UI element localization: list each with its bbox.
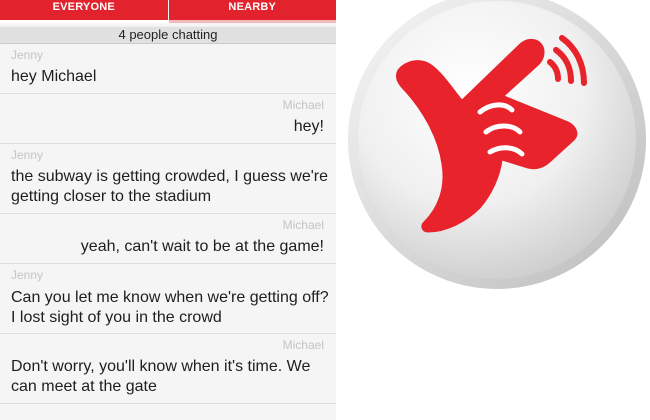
chat-message[interactable]: Jenny the subway is getting crowded, I g… [0,144,336,214]
people-chatting-status: 4 people chatting [0,27,336,43]
tab-everyone[interactable]: EVERYONE [0,0,169,23]
message-author: Michael [282,338,324,352]
chat-message[interactable]: Michael hey! [0,94,336,144]
tab-bar: EVERYONE NEARBY [0,0,336,23]
message-text: Can you let me know when we're getting o… [11,289,329,326]
chat-message[interactable]: Michael Don't worry, you'll know when it… [0,334,336,404]
message-text: hey Michael [11,68,97,85]
message-author: Jenny [11,268,44,282]
message-text: the subway is getting crowded, I guess w… [11,168,328,205]
shaka-hand-signal-icon [348,0,646,289]
message-text: yeah, can't wait to be at the game! [80,238,324,255]
chat-message[interactable]: Jenny hey Michael [0,44,336,94]
message-author: Jenny [11,48,44,62]
message-text: hey! [293,118,324,135]
message-author: Michael [282,98,324,112]
message-author: Jenny [11,148,44,162]
app-logo [334,0,650,300]
message-text: Don't worry, you'll know when it's time.… [11,358,311,395]
message-author: Michael [282,218,324,232]
chat-app: EVERYONE NEARBY 4 people chatting Jenny … [0,0,336,420]
chat-message[interactable]: Jenny Can you let me know when we're get… [0,264,336,334]
chat-message[interactable]: Michael yeah, can't wait to be at the ga… [0,214,336,264]
tab-nearby[interactable]: NEARBY [168,0,336,23]
